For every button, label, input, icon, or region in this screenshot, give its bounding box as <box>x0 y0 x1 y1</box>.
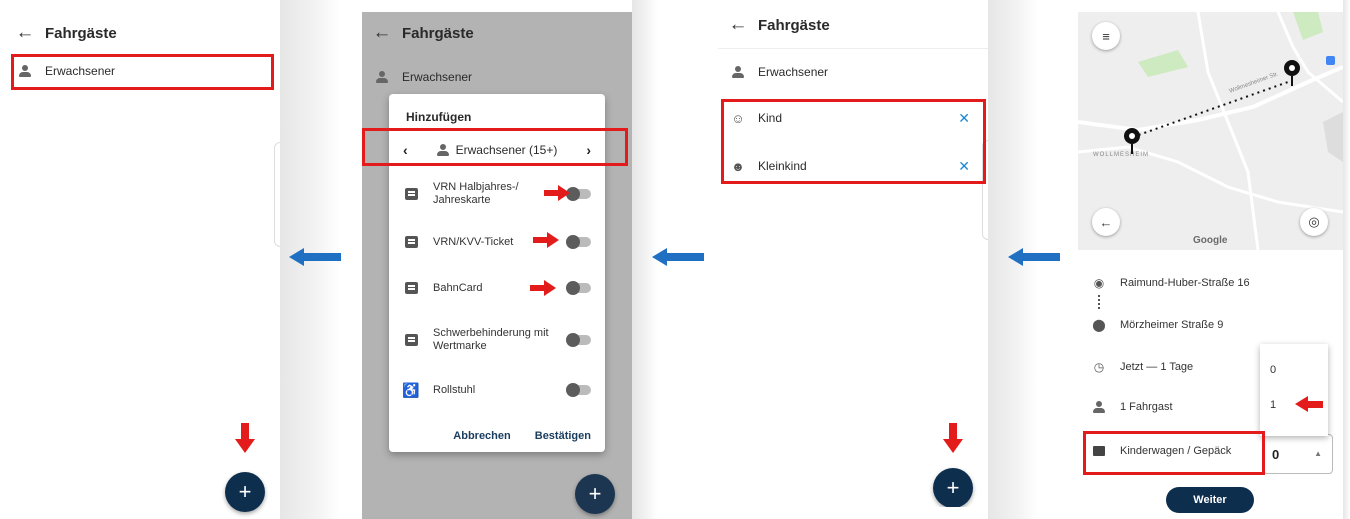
option-toggle[interactable] <box>566 235 591 249</box>
menu-icon[interactable]: ≡ <box>1092 22 1120 50</box>
app-bar: ← Fahrgäste <box>362 14 632 52</box>
person-icon <box>362 71 402 83</box>
passenger-label: Erwachsener <box>758 65 829 79</box>
option-toggle[interactable] <box>566 281 591 295</box>
transit-icon <box>1326 56 1335 65</box>
dialog-title: Hinzufügen <box>406 110 472 124</box>
red-arrow-down-icon <box>235 423 255 453</box>
page-title: Fahrgäste <box>402 24 474 42</box>
back-arrow-icon[interactable]: ← <box>362 22 402 44</box>
ticket-icon <box>404 236 418 248</box>
origin-icon: ◉ <box>1093 276 1105 290</box>
add-passenger-button[interactable]: + <box>933 468 973 507</box>
add-passenger-button[interactable]: + <box>575 474 615 514</box>
pin-stem <box>1131 144 1133 154</box>
highlight-box <box>1083 431 1265 475</box>
page-title: Fahrgäste <box>45 24 117 42</box>
person-icon <box>1078 401 1120 413</box>
destination-pin-icon <box>1284 60 1300 76</box>
passenger-row[interactable]: Erwachsener <box>362 58 632 96</box>
time-row[interactable]: ◷ Jetzt — 1 Tage <box>1078 352 1193 382</box>
option-toggle[interactable] <box>566 383 591 397</box>
card-icon <box>404 282 418 294</box>
back-arrow-icon[interactable]: ← <box>718 14 758 36</box>
flow-arrow-left-icon <box>289 248 341 266</box>
cancel-button[interactable]: Abbrechen <box>453 430 510 442</box>
luggage-select[interactable]: 0 ▲ <box>1263 434 1333 474</box>
option-schwerbehinderung: Schwerbehinderung mit Wertmarke <box>389 318 605 362</box>
option-bahncard: BahnCard <box>389 266 605 310</box>
red-arrow-down-icon <box>943 423 963 453</box>
divider <box>718 48 988 49</box>
passenger-count-row[interactable]: 1 Fahrgast <box>1078 392 1173 422</box>
side-handle <box>274 142 280 247</box>
highlight-box <box>721 99 986 184</box>
location-pin-icon: ⬤ <box>1092 318 1106 332</box>
back-arrow-icon[interactable]: ← <box>5 22 45 44</box>
option-toggle[interactable] <box>566 187 591 201</box>
back-arrow-icon[interactable]: ← <box>1092 208 1120 236</box>
option-toggle[interactable] <box>566 333 591 347</box>
option-vrn-halbjahres: VRN Halbjahres-/ Jahreskarte <box>389 172 605 216</box>
confirm-button[interactable]: Bestätigen <box>535 430 591 442</box>
caret-up-icon: ▲ <box>1314 449 1322 458</box>
add-passenger-button[interactable]: + <box>225 472 265 512</box>
red-arrow-right-icon <box>544 185 570 201</box>
flow-arrow-left-icon <box>1008 248 1060 266</box>
luggage-value: 0 <box>1272 447 1280 462</box>
option-vrn-kvv: VRN/KVV-Ticket <box>389 220 605 264</box>
red-arrow-right-icon <box>530 280 556 296</box>
continue-button[interactable]: Weiter <box>1166 487 1254 513</box>
clock-icon: ◷ <box>1093 360 1105 374</box>
highlight-box <box>362 128 628 166</box>
option-rollstuhl: ♿ Rollstuhl <box>389 368 605 412</box>
destination-address: Mörzheimer Straße 9 <box>1120 319 1224 331</box>
ticket-icon <box>404 188 418 200</box>
red-arrow-left-icon <box>1295 396 1323 412</box>
page-title: Fahrgäste <box>758 16 830 34</box>
dropdown-option[interactable]: 0 <box>1270 364 1276 376</box>
pin-stem <box>1291 76 1293 86</box>
screen-shadow <box>1343 0 1350 519</box>
option-label: Schwerbehinderung mit Wertmarke <box>433 327 549 352</box>
person-icon <box>718 66 758 78</box>
option-label: Rollstuhl <box>433 383 476 396</box>
highlight-box <box>11 54 274 90</box>
google-logo: Google <box>1193 235 1228 246</box>
origin-row[interactable]: ◉ Raimund-Huber-Straße 16 <box>1078 268 1250 298</box>
origin-address: Raimund-Huber-Straße 16 <box>1120 277 1250 289</box>
app-bar: ← Fahrgäste <box>718 6 988 44</box>
place-label: WOLLMESHEIM <box>1093 152 1150 158</box>
time-label: Jetzt — 1 Tage <box>1120 361 1194 373</box>
destination-row[interactable]: ⬤ Mörzheimer Straße 9 <box>1078 310 1223 340</box>
app-bar: ← Fahrgäste <box>5 14 280 52</box>
passenger-count: 1 Fahrgast <box>1120 401 1173 413</box>
passenger-row[interactable]: Erwachsener <box>718 52 988 92</box>
route-map[interactable]: Wollmesheimer Str. WOLLMESHEIM ≡ ← ◎ Goo… <box>1078 12 1343 250</box>
red-arrow-right-icon <box>533 232 559 248</box>
luggage-dropdown: 0 1 <box>1260 344 1328 436</box>
locate-icon[interactable]: ◎ <box>1300 208 1328 236</box>
screen-add-dialog: ← Fahrgäste Erwachsener Hinzufügen ‹ Erw… <box>362 12 632 519</box>
flow-arrow-left-icon <box>652 248 704 266</box>
origin-pin-icon <box>1124 128 1140 144</box>
wheelchair-icon: ♿ <box>402 381 420 398</box>
dialog-actions: Abbrechen Bestätigen <box>453 430 591 442</box>
route-dots <box>1098 295 1100 309</box>
passenger-label: Erwachsener <box>402 70 473 84</box>
disability-icon <box>404 334 418 346</box>
dropdown-option[interactable]: 1 <box>1270 399 1276 411</box>
